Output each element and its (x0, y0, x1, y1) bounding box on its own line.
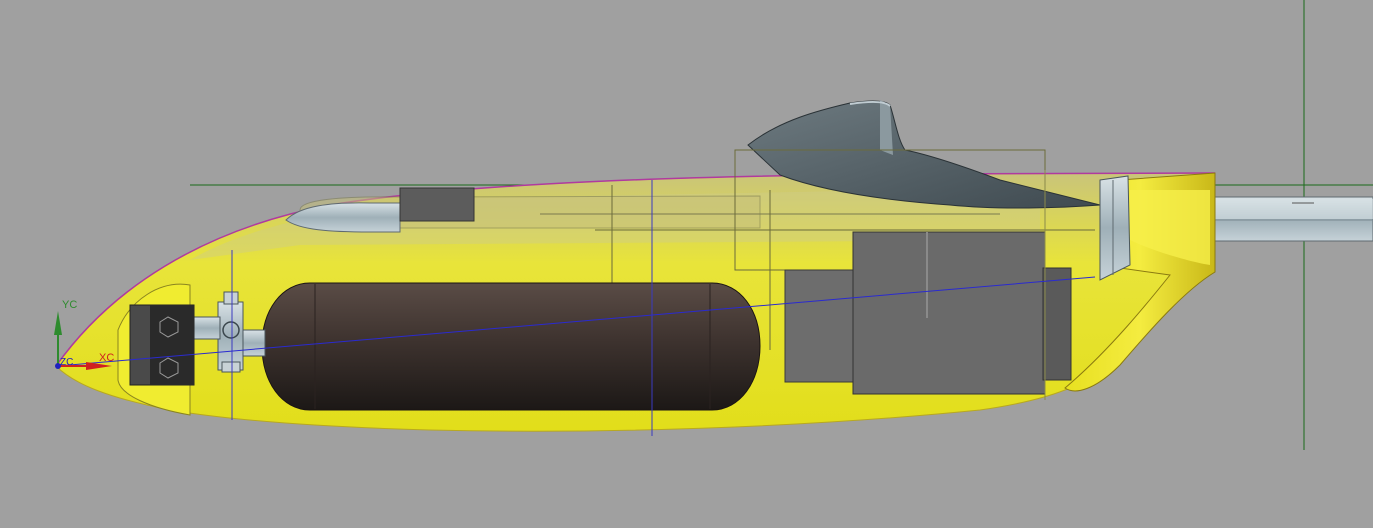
pressure-tank (261, 282, 761, 411)
drive-shaft (1204, 196, 1373, 242)
triad-y-label: YC (62, 299, 77, 311)
regulator-box (129, 304, 195, 386)
triad-x-label: XC (99, 352, 114, 364)
triad-z-label: ZC (60, 357, 73, 368)
cad-viewport[interactable]: YC XC ZC (0, 0, 1373, 523)
aft-fin (1099, 175, 1131, 281)
